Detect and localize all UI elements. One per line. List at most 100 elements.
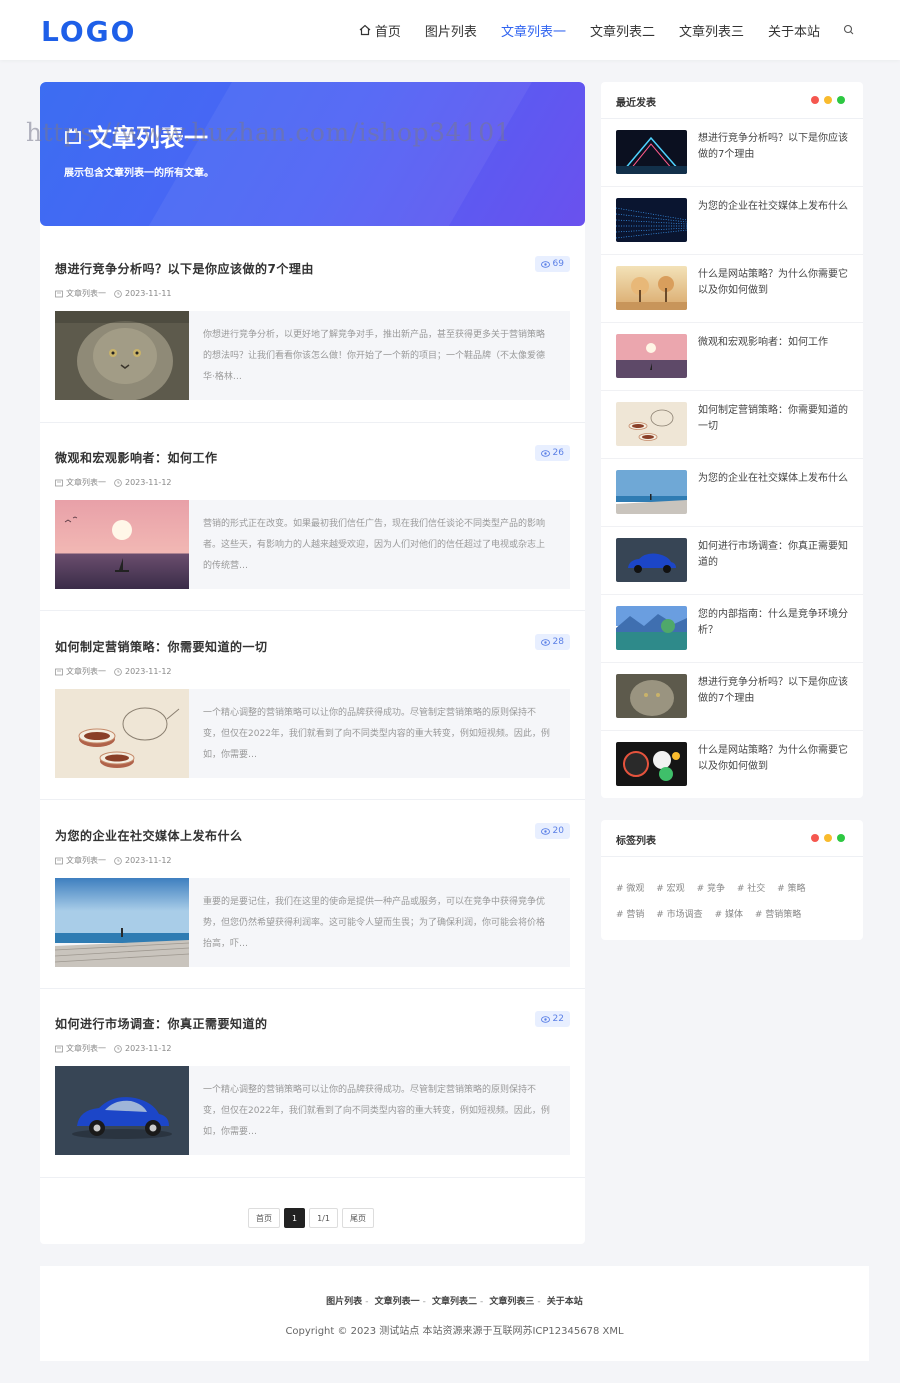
cat-image <box>55 311 189 400</box>
recent-post-title[interactable]: 如何制定营销策略：你需要知道的一切 <box>698 403 848 435</box>
recent-post-item[interactable]: 为您的企业在社交媒体上发布什么 <box>616 470 848 514</box>
current-page-button[interactable]: 1 <box>284 1208 306 1228</box>
article-title[interactable]: 想进行竞争分析吗？以下是你应该做的7个理由 <box>55 260 314 277</box>
recent-post-title[interactable]: 想进行竞争分析吗？以下是你应该做的7个理由 <box>698 675 848 707</box>
eye-icon <box>540 638 550 646</box>
article-meta: 文章列表一 2023-11-11 <box>55 288 172 299</box>
recent-post-title[interactable]: 微观和宏观影响者：如何工作 <box>698 335 848 351</box>
article-body: 一个精心调整的营销策略可以让你的品牌获得成功。尽管制定营销策略的原则保持不变，但… <box>55 689 570 778</box>
article-thumbnail[interactable] <box>55 500 189 589</box>
pier-image <box>55 878 189 967</box>
watermark-text: https://www.huzhan.com/ishop34101 <box>26 118 512 147</box>
recent-post-title[interactable]: 为您的企业在社交媒体上发布什么 <box>698 199 848 215</box>
clock-icon <box>114 667 122 676</box>
recent-post-thumbnail[interactable] <box>616 130 687 174</box>
recent-post-item[interactable]: 想进行竞争分析吗？以下是你应该做的7个理由 <box>616 130 848 174</box>
nav-article-list-2[interactable]: 文章列表二 <box>590 21 655 40</box>
article-excerpt: 你想进行竞争分析，以更好地了解竞争对手，推出新产品，甚至获得更多关于营销策略的想… <box>203 330 546 382</box>
tag-link[interactable]: # 媒体 <box>715 910 743 920</box>
article-thumbnail[interactable] <box>55 689 189 778</box>
tag-link[interactable]: # 宏观 <box>656 884 684 894</box>
recent-post-item[interactable]: 您的内部指南：什么是竞争环境分析？ <box>616 606 848 650</box>
recent-post-thumbnail[interactable] <box>616 538 687 582</box>
recent-post-item[interactable]: 如何制定营销策略：你需要知道的一切 <box>616 402 848 446</box>
site-logo[interactable]: LOGO <box>41 15 136 48</box>
recent-post-thumbnail[interactable] <box>616 606 687 650</box>
tag-link[interactable]: # 策略 <box>777 884 805 894</box>
clock-icon <box>114 478 122 487</box>
pier-image <box>616 470 687 514</box>
tag-link[interactable]: # 竞争 <box>697 884 725 894</box>
widget-header: 标签列表 <box>601 820 863 857</box>
footer-link[interactable]: 文章列表三 <box>489 1297 534 1307</box>
cat-image <box>616 674 687 718</box>
recent-post-thumbnail[interactable] <box>616 334 687 378</box>
article-title[interactable]: 如何进行市场调查：你真正需要知道的 <box>55 1015 268 1032</box>
nav-home[interactable]: 首页 <box>359 21 401 40</box>
tag-link[interactable]: # 营销 <box>616 910 644 920</box>
nav-article-list-3[interactable]: 文章列表三 <box>679 21 744 40</box>
clock-icon <box>114 1044 122 1053</box>
data-stream-image <box>616 198 687 242</box>
article-category[interactable]: 文章列表一 <box>66 855 106 866</box>
divider <box>601 322 863 323</box>
article-category[interactable]: 文章列表一 <box>66 477 106 488</box>
recent-post-item[interactable]: 想进行竞争分析吗？以下是你应该做的7个理由 <box>616 674 848 718</box>
view-count-badge: 26 <box>534 445 570 461</box>
divider <box>601 662 863 663</box>
article-category[interactable]: 文章列表一 <box>66 1043 106 1054</box>
article-thumbnail[interactable] <box>55 878 189 967</box>
recent-post-item[interactable]: 为您的企业在社交媒体上发布什么 <box>616 198 848 242</box>
nav-about[interactable]: 关于本站 <box>768 21 820 40</box>
divider <box>601 594 863 595</box>
recent-post-thumbnail[interactable] <box>616 198 687 242</box>
recent-post-title[interactable]: 为您的企业在社交媒体上发布什么 <box>698 471 848 487</box>
recent-post-thumbnail[interactable] <box>616 402 687 446</box>
recent-post-thumbnail[interactable] <box>616 674 687 718</box>
footer-link[interactable]: 图片列表 <box>326 1297 362 1307</box>
last-page-button[interactable]: 尾页 <box>341 1208 374 1228</box>
teapot-image <box>616 402 687 446</box>
recent-post-item[interactable]: 什么是网站策略？为什么你需要它以及你如何做到 <box>616 266 848 310</box>
recent-post-thumbnail[interactable] <box>616 266 687 310</box>
view-count-badge: 69 <box>534 256 570 272</box>
article-title[interactable]: 如何制定营销策略：你需要知道的一切 <box>55 638 268 655</box>
first-page-button[interactable]: 首页 <box>248 1208 280 1228</box>
widget-title: 最近发表 <box>616 98 656 109</box>
recent-post-thumbnail[interactable] <box>616 742 687 786</box>
article-title[interactable]: 为您的企业在社交媒体上发布什么 <box>55 827 243 844</box>
recent-post-item[interactable]: 什么是网站策略？为什么你需要它以及你如何做到 <box>616 742 848 786</box>
recent-post-title[interactable]: 什么是网站策略？为什么你需要它以及你如何做到 <box>698 743 848 775</box>
nav-image-list[interactable]: 图片列表 <box>425 21 477 40</box>
recent-post-title[interactable]: 您的内部指南：什么是竞争环境分析？ <box>698 607 848 639</box>
article-date: 2023-11-12 <box>125 856 172 865</box>
nav-article-list-1[interactable]: 文章列表一 <box>501 21 566 40</box>
recent-post-item[interactable]: 如何进行市场调查：你真正需要知道的 <box>616 538 848 582</box>
search-icon[interactable] <box>842 23 856 37</box>
tag-link[interactable]: # 市场调查 <box>656 910 702 920</box>
recent-post-thumbnail[interactable] <box>616 470 687 514</box>
article-category[interactable]: 文章列表一 <box>66 666 106 677</box>
recent-post-item[interactable]: 微观和宏观影响者：如何工作 <box>616 334 848 378</box>
article-category[interactable]: 文章列表一 <box>66 288 106 299</box>
article-thumbnail[interactable] <box>55 311 189 400</box>
dot-green <box>837 96 845 104</box>
article-excerpt: 重要的是要记住，我们在这里的使命是提供一种产品或服务，可以在竞争中获得竞争优势，… <box>203 897 546 949</box>
recent-post-title[interactable]: 如何进行市场调查：你真正需要知道的 <box>698 539 848 571</box>
recent-post-title[interactable]: 想进行竞争分析吗？以下是你应该做的7个理由 <box>698 131 848 163</box>
article-thumbnail[interactable] <box>55 1066 189 1155</box>
tag-link[interactable]: # 微观 <box>616 884 644 894</box>
tag-link[interactable]: # 社交 <box>737 884 765 894</box>
article-date: 2023-11-12 <box>125 667 172 676</box>
article-title[interactable]: 微观和宏观影响者：如何工作 <box>55 449 218 466</box>
view-count-badge: 20 <box>534 823 570 839</box>
footer-link[interactable]: 关于本站 <box>547 1297 583 1307</box>
footer-link[interactable]: 文章列表二 <box>432 1297 477 1307</box>
home-icon <box>359 24 371 36</box>
recent-post-title[interactable]: 什么是网站策略？为什么你需要它以及你如何做到 <box>698 267 848 299</box>
main-nav: 首页 图片列表 文章列表一 文章列表二 文章列表三 关于本站 <box>335 0 856 60</box>
page-count: 1/1 <box>309 1208 338 1228</box>
footer-link[interactable]: 文章列表一 <box>375 1297 420 1307</box>
tag-link[interactable]: # 营销策略 <box>755 910 801 920</box>
circles-image <box>616 742 687 786</box>
